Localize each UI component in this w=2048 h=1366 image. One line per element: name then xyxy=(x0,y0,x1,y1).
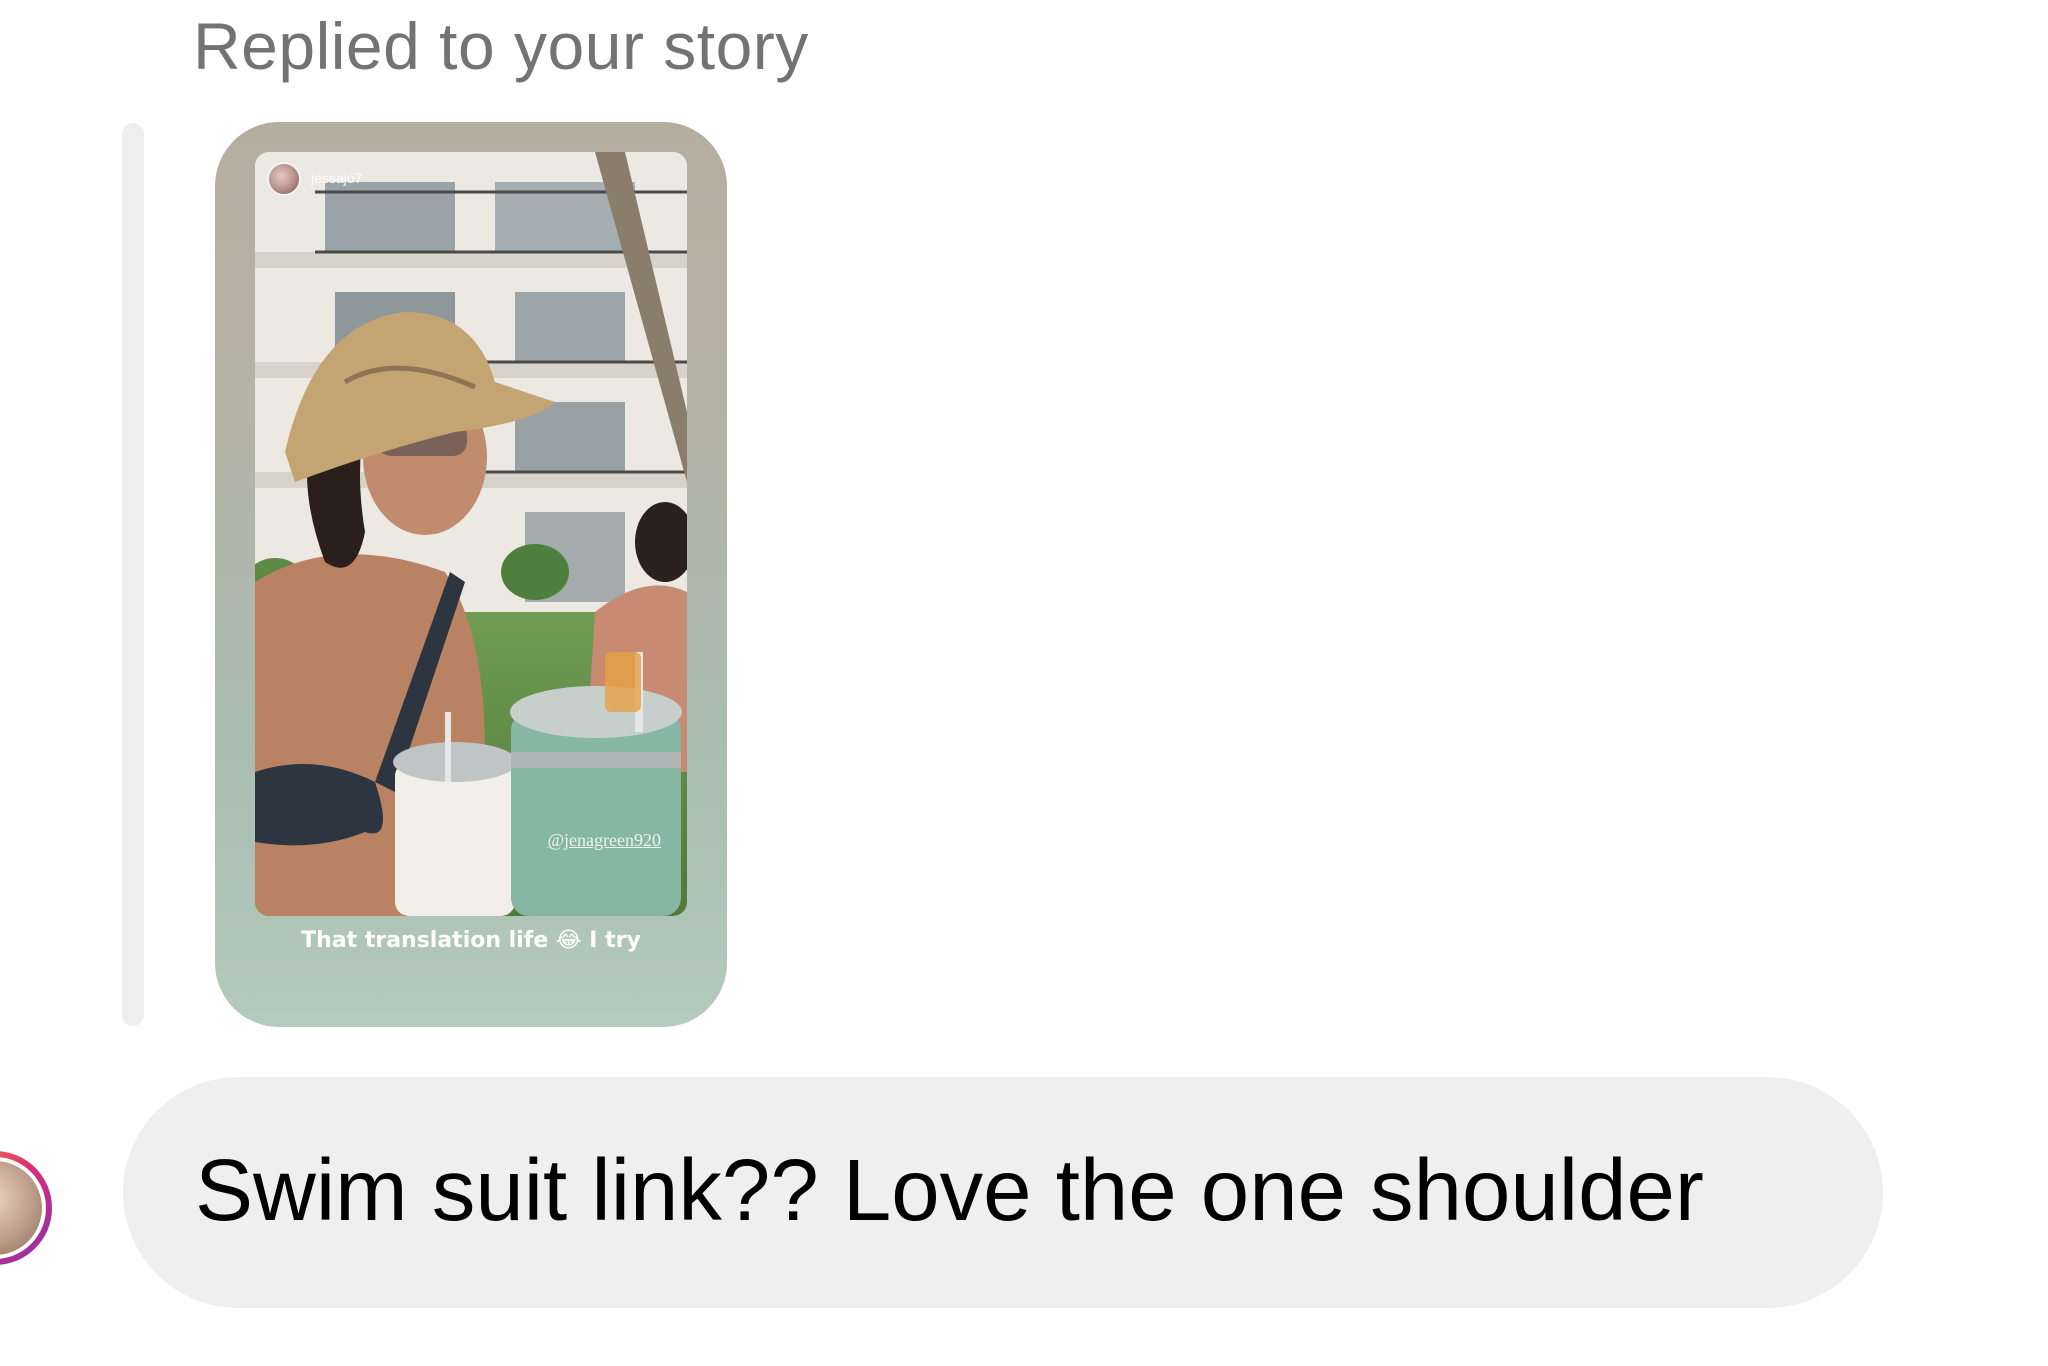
reply-quote-bar xyxy=(122,123,144,1026)
story-author-username: jessajo7 xyxy=(311,170,363,186)
message-bubble[interactable]: Swim suit link?? Love the one shoulder xyxy=(123,1077,1883,1308)
story-photo-illustration xyxy=(255,152,687,916)
story-author-avatar-icon xyxy=(267,162,301,196)
story-mention-tag: @jenagreen920 xyxy=(547,830,661,850)
sender-avatar[interactable] xyxy=(0,1151,52,1265)
message-text: Swim suit link?? Love the one shoulder xyxy=(195,1142,1704,1239)
story-reply-label: Replied to your story xyxy=(193,9,809,83)
story-image: jessajo7 xyxy=(255,152,687,916)
profile-photo-icon xyxy=(0,1157,46,1259)
story-preview-card[interactable]: jessajo7 @jenagreen920 That translation … xyxy=(215,122,727,1027)
story-caption: That translation life 😂 I try xyxy=(301,928,641,953)
